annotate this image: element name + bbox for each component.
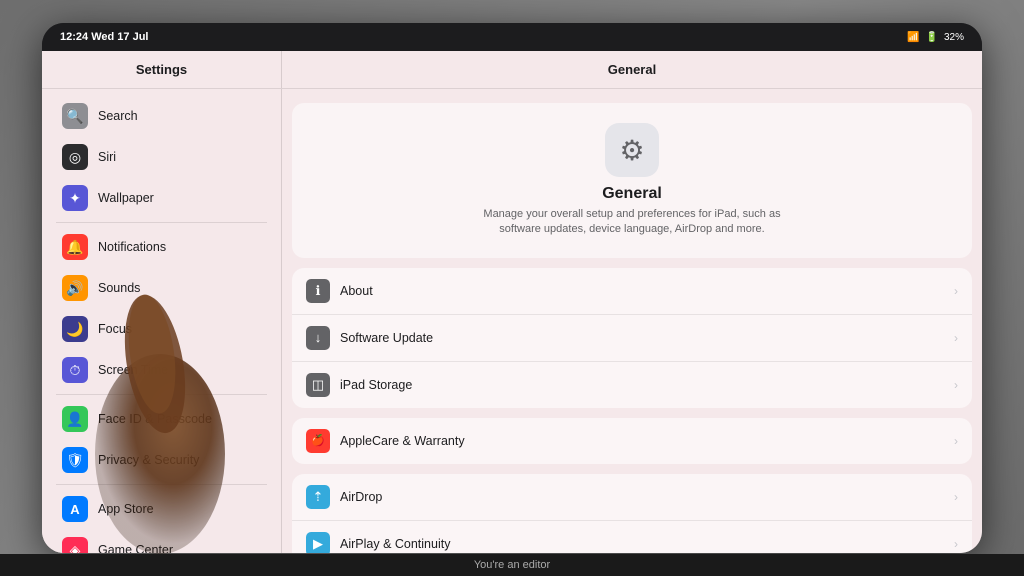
siri-icon: ◎ — [62, 144, 88, 170]
sidebar-item-wallpaper[interactable]: ✦ Wallpaper — [48, 178, 275, 218]
settings-group-1: ℹ About › ↓ Software Update › ◫ iPad Sto… — [292, 268, 972, 408]
notifications-icon: 🔔 — [62, 234, 88, 260]
sidebar-item-label: Siri — [98, 150, 116, 164]
sidebar-item-label: Sounds — [98, 281, 140, 295]
sidebar-item-game-center[interactable]: ◈ Game Center — [48, 530, 275, 553]
main-header: General — [282, 51, 982, 88]
software-update-chevron: › — [954, 331, 958, 345]
bottom-bar-text: You're an editor — [474, 559, 550, 571]
sidebar-item-search[interactable]: 🔍 Search — [48, 96, 275, 136]
ipad-storage-label: iPad Storage — [340, 378, 944, 392]
screen-time-icon: ⏱ — [62, 357, 88, 383]
sidebar-item-label: Notifications — [98, 240, 166, 254]
sounds-icon: 🔊 — [62, 275, 88, 301]
airplay-icon: ▶ — [306, 532, 330, 553]
airdrop-icon: ⇡ — [306, 485, 330, 509]
status-time: 12:24 Wed 17 Jul — [60, 31, 148, 43]
app-store-icon: A — [62, 496, 88, 522]
sidebar-item-sounds[interactable]: 🔊 Sounds — [48, 268, 275, 308]
sidebar-item-label: Search — [98, 109, 138, 123]
focus-icon: 🌙 — [62, 316, 88, 342]
general-description: Manage your overall setup and preference… — [462, 207, 802, 238]
sidebar-item-app-store[interactable]: A App Store — [48, 489, 275, 529]
sidebar-item-screen-time[interactable]: ⏱ Screen Time — [48, 350, 275, 390]
bottom-bar: You're an editor — [0, 554, 1024, 576]
sidebar: 🔍 Search ◎ Siri ✦ Wallpaper 🔔 Not — [42, 89, 282, 553]
status-bar: 12:24 Wed 17 Jul 📶 🔋 32% — [42, 23, 982, 51]
header-row: Settings General — [42, 51, 982, 89]
general-big-icon: ⚙ — [605, 123, 659, 177]
sidebar-item-privacy[interactable]: 🛡 Privacy & Security — [48, 440, 275, 480]
sidebar-item-label: Screen Time — [98, 363, 168, 377]
ipad-storage-chevron: › — [954, 378, 958, 392]
sidebar-item-face-id[interactable]: 👤 Face ID & Passcode — [48, 399, 275, 439]
software-update-icon: ↓ — [306, 326, 330, 350]
sidebar-item-siri[interactable]: ◎ Siri — [48, 137, 275, 177]
settings-row-airdrop[interactable]: ⇡ AirDrop › — [292, 474, 972, 521]
settings-row-ipad-storage[interactable]: ◫ iPad Storage › — [292, 362, 972, 408]
airdrop-label: AirDrop — [340, 490, 944, 504]
sidebar-item-label: Game Center — [98, 543, 173, 553]
sidebar-item-notifications[interactable]: 🔔 Notifications — [48, 227, 275, 267]
sidebar-divider-2 — [56, 394, 267, 395]
ipad-screen: Settings General 🔍 Search ◎ Siri — [42, 51, 982, 553]
general-header-section: ⚙ General Manage your overall setup and … — [292, 103, 972, 258]
applecare-label: AppleCare & Warranty — [340, 434, 944, 448]
applecare-icon: 🍎 — [306, 429, 330, 453]
game-center-icon: ◈ — [62, 537, 88, 553]
main-content: 🔍 Search ◎ Siri ✦ Wallpaper 🔔 Not — [42, 89, 982, 553]
wallpaper-icon: ✦ — [62, 185, 88, 211]
ipad-frame: 12:24 Wed 17 Jul 📶 🔋 32% Settings Genera… — [42, 23, 982, 553]
sidebar-divider-1 — [56, 222, 267, 223]
ipad-storage-icon: ◫ — [306, 373, 330, 397]
about-chevron: › — [954, 284, 958, 298]
about-icon: ℹ — [306, 279, 330, 303]
wifi-icon: 📶 — [907, 32, 919, 43]
sidebar-item-label: Wallpaper — [98, 191, 154, 205]
right-panel: ⚙ General Manage your overall setup and … — [282, 89, 982, 553]
battery-icon: 🔋 — [926, 32, 938, 43]
sidebar-header: Settings — [42, 51, 282, 88]
search-icon: 🔍 — [62, 103, 88, 129]
general-title: General — [602, 185, 662, 203]
settings-row-applecare[interactable]: 🍎 AppleCare & Warranty › — [292, 418, 972, 464]
settings-row-about[interactable]: ℹ About › — [292, 268, 972, 315]
airplay-chevron: › — [954, 537, 958, 551]
settings-group-3: ⇡ AirDrop › ▶ AirPlay & Continuity › — [292, 474, 972, 553]
settings-row-airplay[interactable]: ▶ AirPlay & Continuity › — [292, 521, 972, 553]
settings-row-software-update[interactable]: ↓ Software Update › — [292, 315, 972, 362]
settings-group-2: 🍎 AppleCare & Warranty › — [292, 418, 972, 464]
sidebar-divider-3 — [56, 484, 267, 485]
sidebar-item-label: Focus — [98, 322, 132, 336]
face-id-icon: 👤 — [62, 406, 88, 432]
sidebar-item-label: Face ID & Passcode — [98, 412, 212, 426]
privacy-icon: 🛡 — [62, 447, 88, 473]
status-icons: 📶 🔋 32% — [907, 32, 964, 43]
sidebar-item-label: App Store — [98, 502, 154, 516]
software-update-label: Software Update — [340, 331, 944, 345]
airplay-label: AirPlay & Continuity — [340, 537, 944, 551]
airdrop-chevron: › — [954, 490, 958, 504]
about-label: About — [340, 284, 944, 298]
applecare-chevron: › — [954, 434, 958, 448]
sidebar-item-focus[interactable]: 🌙 Focus — [48, 309, 275, 349]
sidebar-item-label: Privacy & Security — [98, 453, 199, 467]
